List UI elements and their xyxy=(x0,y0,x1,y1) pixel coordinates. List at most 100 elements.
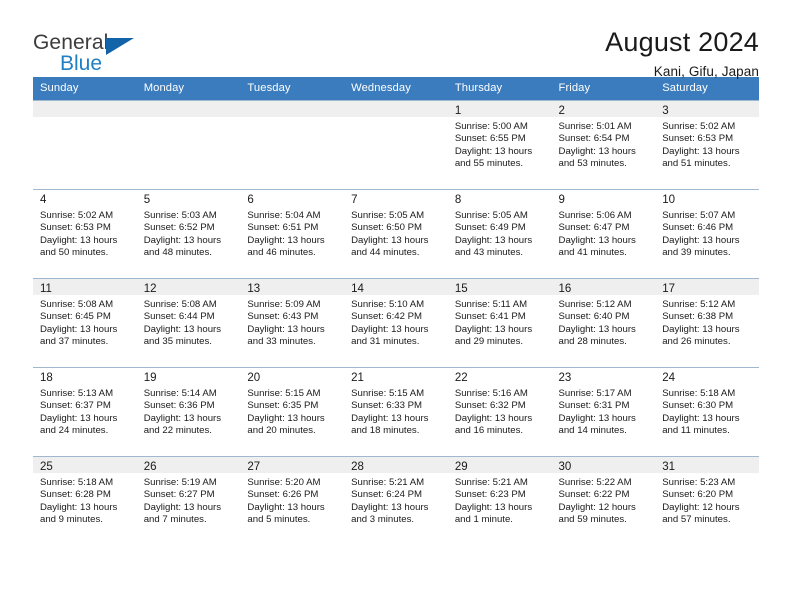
calendar-day-cell[interactable]: 15 Sunrise: 5:11 AM Sunset: 6:41 PM Dayli… xyxy=(447,278,552,367)
day-number-bar: 26 xyxy=(136,456,241,473)
calendar-day-cell[interactable]: 18 Sunrise: 5:13 AM Sunset: 6:37 PM Dayli… xyxy=(33,367,137,456)
calendar-week-row: 4 Sunrise: 5:02 AM Sunset: 6:53 PM Daylig… xyxy=(33,189,759,278)
sun-times-text: Sunrise: 5:06 AM Sunset: 6:47 PM Dayligh… xyxy=(558,210,636,259)
calendar-page: General Blue August 2024 Kani, Gifu, Jap… xyxy=(0,0,792,612)
calendar-day-cell[interactable]: 3 Sunrise: 5:02 AM Sunset: 6:53 PM Daylig… xyxy=(655,100,759,189)
calendar-cell-inner: 13 Sunrise: 5:09 AM Sunset: 6:43 PM Dayli… xyxy=(240,278,345,367)
calendar-day-cell[interactable]: 25 Sunrise: 5:18 AM Sunset: 6:28 PM Dayli… xyxy=(33,456,137,545)
day-number: 31 xyxy=(662,461,676,473)
calendar-day-cell[interactable]: 28 Sunrise: 5:21 AM Sunset: 6:24 PM Dayli… xyxy=(344,456,448,545)
calendar-day-cell[interactable]: 27 Sunrise: 5:20 AM Sunset: 6:26 PM Dayli… xyxy=(240,456,345,545)
calendar-day-cell[interactable]: 14 Sunrise: 5:10 AM Sunset: 6:42 PM Dayli… xyxy=(344,278,448,367)
day-number: 23 xyxy=(558,372,572,384)
day-number: 15 xyxy=(454,283,468,295)
sun-times-text: Sunrise: 5:18 AM Sunset: 6:28 PM Dayligh… xyxy=(40,477,118,526)
calendar-day-cell[interactable]: 13 Sunrise: 5:09 AM Sunset: 6:43 PM Dayli… xyxy=(240,278,345,367)
logo-text-blue: Blue xyxy=(60,52,103,75)
day-number: 3 xyxy=(662,105,669,117)
calendar-week-row: 11 Sunrise: 5:08 AM Sunset: 6:45 PM Dayli… xyxy=(33,278,759,367)
sun-times-text xyxy=(137,117,241,121)
calendar-day-cell[interactable]: 31 Sunrise: 5:23 AM Sunset: 6:20 PM Dayli… xyxy=(655,456,759,545)
sunrise-sunset-calendar: Sunday Monday Tuesday Wednesday Thursday… xyxy=(33,77,759,545)
sun-times-text: Sunrise: 5:08 AM Sunset: 6:45 PM Dayligh… xyxy=(40,299,118,348)
calendar-day-cell[interactable]: 6 Sunrise: 5:04 AM Sunset: 6:51 PM Daylig… xyxy=(240,189,345,278)
calendar-cell-inner: 4 Sunrise: 5:02 AM Sunset: 6:53 PM Daylig… xyxy=(33,189,137,278)
calendar-cell-inner: 20 Sunrise: 5:15 AM Sunset: 6:35 PM Dayli… xyxy=(240,367,345,456)
calendar-day-cell[interactable]: 9 Sunrise: 5:06 AM Sunset: 6:47 PM Daylig… xyxy=(551,189,656,278)
sun-times-text xyxy=(240,117,344,121)
day-number: 7 xyxy=(351,194,358,206)
day-number-bar: 20 xyxy=(240,367,345,384)
calendar-cell-inner: 6 Sunrise: 5:04 AM Sunset: 6:51 PM Daylig… xyxy=(240,189,345,278)
location-subtitle: Kani, Gifu, Japan xyxy=(653,64,759,80)
day-number-bar: 1 xyxy=(447,100,552,117)
calendar-day-cell[interactable]: 19 Sunrise: 5:14 AM Sunset: 6:36 PM Dayli… xyxy=(136,367,241,456)
sun-times-text: Sunrise: 5:21 AM Sunset: 6:23 PM Dayligh… xyxy=(454,477,533,526)
calendar-day-cell[interactable]: 30 Sunrise: 5:22 AM Sunset: 6:22 PM Dayli… xyxy=(551,456,656,545)
sun-times-text: Sunrise: 5:07 AM Sunset: 6:46 PM Dayligh… xyxy=(662,210,740,259)
calendar-day-cell[interactable]: 23 Sunrise: 5:17 AM Sunset: 6:31 PM Dayli… xyxy=(551,367,656,456)
day-number-bar: 11 xyxy=(33,278,137,295)
calendar-cell-inner: 30 Sunrise: 5:22 AM Sunset: 6:22 PM Dayli… xyxy=(551,456,656,545)
day-number-bar: 29 xyxy=(447,456,552,473)
sun-times-text: Sunrise: 5:05 AM Sunset: 6:50 PM Dayligh… xyxy=(351,210,429,259)
calendar-day-cell[interactable]: 29 Sunrise: 5:21 AM Sunset: 6:23 PM Dayli… xyxy=(447,456,552,545)
calendar-day-cell[interactable]: 8 Sunrise: 5:05 AM Sunset: 6:49 PM Daylig… xyxy=(447,189,552,278)
calendar-day-cell[interactable]: 7 Sunrise: 5:05 AM Sunset: 6:50 PM Daylig… xyxy=(344,189,448,278)
calendar-header-row: Sunday Monday Tuesday Wednesday Thursday… xyxy=(33,77,759,100)
calendar-day-cell[interactable]: 10 Sunrise: 5:07 AM Sunset: 6:46 PM Dayli… xyxy=(655,189,759,278)
calendar-cell-inner: 7 Sunrise: 5:05 AM Sunset: 6:50 PM Daylig… xyxy=(344,189,448,278)
day-number: 6 xyxy=(247,194,254,206)
calendar-day-cell[interactable]: 16 Sunrise: 5:12 AM Sunset: 6:40 PM Dayli… xyxy=(551,278,656,367)
day-number-bar: 22 xyxy=(447,367,552,384)
calendar-day-cell[interactable]: 12 Sunrise: 5:08 AM Sunset: 6:44 PM Dayli… xyxy=(136,278,241,367)
calendar-day-cell[interactable]: 24 Sunrise: 5:18 AM Sunset: 6:30 PM Dayli… xyxy=(655,367,759,456)
day-number-bar: 16 xyxy=(551,278,656,295)
weekday-header-tuesday: Tuesday xyxy=(240,77,345,100)
sun-times-text xyxy=(344,117,448,121)
day-number: 10 xyxy=(662,194,676,206)
sun-times-text: Sunrise: 5:10 AM Sunset: 6:42 PM Dayligh… xyxy=(351,299,429,348)
calendar-cell-empty xyxy=(344,100,448,189)
calendar-day-cell[interactable]: 22 Sunrise: 5:16 AM Sunset: 6:32 PM Dayli… xyxy=(447,367,552,456)
calendar-day-cell[interactable]: 26 Sunrise: 5:19 AM Sunset: 6:27 PM Dayli… xyxy=(136,456,241,545)
sun-times-text: Sunrise: 5:15 AM Sunset: 6:35 PM Dayligh… xyxy=(247,388,325,437)
calendar-cell-inner: 5 Sunrise: 5:03 AM Sunset: 6:52 PM Daylig… xyxy=(136,189,241,278)
calendar-week-row: 25 Sunrise: 5:18 AM Sunset: 6:28 PM Dayli… xyxy=(33,456,759,545)
sun-times-text: Sunrise: 5:02 AM Sunset: 6:53 PM Dayligh… xyxy=(40,210,118,259)
sun-times-text: Sunrise: 5:20 AM Sunset: 6:26 PM Dayligh… xyxy=(247,477,325,526)
day-number-bar: 7 xyxy=(344,189,448,206)
calendar-cell-inner xyxy=(344,100,448,189)
calendar-day-cell[interactable]: 1 Sunrise: 5:00 AM Sunset: 6:55 PM Daylig… xyxy=(447,100,552,189)
weekday-header-monday: Monday xyxy=(136,77,241,100)
calendar-body: 1 Sunrise: 5:00 AM Sunset: 6:55 PM Daylig… xyxy=(33,100,759,545)
calendar-day-cell[interactable]: 2 Sunrise: 5:01 AM Sunset: 6:54 PM Daylig… xyxy=(551,100,656,189)
calendar-day-cell[interactable]: 21 Sunrise: 5:15 AM Sunset: 6:33 PM Dayli… xyxy=(344,367,448,456)
day-number-bar: 23 xyxy=(551,367,656,384)
day-number: 17 xyxy=(662,283,676,295)
day-number-bar: 24 xyxy=(655,367,759,384)
sun-times-text: Sunrise: 5:02 AM Sunset: 6:53 PM Dayligh… xyxy=(662,121,740,170)
sun-times-text: Sunrise: 5:13 AM Sunset: 6:37 PM Dayligh… xyxy=(40,388,118,437)
weekday-header-sunday: Sunday xyxy=(33,77,137,100)
day-number: 12 xyxy=(143,283,157,295)
weekday-header-friday: Friday xyxy=(551,77,656,100)
page-title: August 2024 xyxy=(605,27,759,57)
calendar-cell-inner: 8 Sunrise: 5:05 AM Sunset: 6:49 PM Daylig… xyxy=(447,189,552,278)
day-number-bar: 25 xyxy=(33,456,137,473)
sun-times-text: Sunrise: 5:00 AM Sunset: 6:55 PM Dayligh… xyxy=(454,121,533,170)
calendar-day-cell[interactable]: 11 Sunrise: 5:08 AM Sunset: 6:45 PM Dayli… xyxy=(33,278,137,367)
calendar-day-cell[interactable]: 4 Sunrise: 5:02 AM Sunset: 6:53 PM Daylig… xyxy=(33,189,137,278)
day-number-bar: 4 xyxy=(33,189,137,206)
calendar-cell-inner: 21 Sunrise: 5:15 AM Sunset: 6:33 PM Dayli… xyxy=(344,367,448,456)
day-number-bar: 15 xyxy=(447,278,552,295)
calendar-day-cell[interactable]: 20 Sunrise: 5:15 AM Sunset: 6:35 PM Dayli… xyxy=(240,367,345,456)
calendar-day-cell[interactable]: 5 Sunrise: 5:03 AM Sunset: 6:52 PM Daylig… xyxy=(136,189,241,278)
calendar-cell-inner: 24 Sunrise: 5:18 AM Sunset: 6:30 PM Dayli… xyxy=(655,367,759,456)
day-number-bar: 27 xyxy=(240,456,345,473)
day-number-bar: 8 xyxy=(447,189,552,206)
calendar-cell-inner xyxy=(136,100,241,189)
day-number-bar: 9 xyxy=(551,189,656,206)
day-number: 27 xyxy=(247,461,261,473)
calendar-day-cell[interactable]: 17 Sunrise: 5:12 AM Sunset: 6:38 PM Dayli… xyxy=(655,278,759,367)
